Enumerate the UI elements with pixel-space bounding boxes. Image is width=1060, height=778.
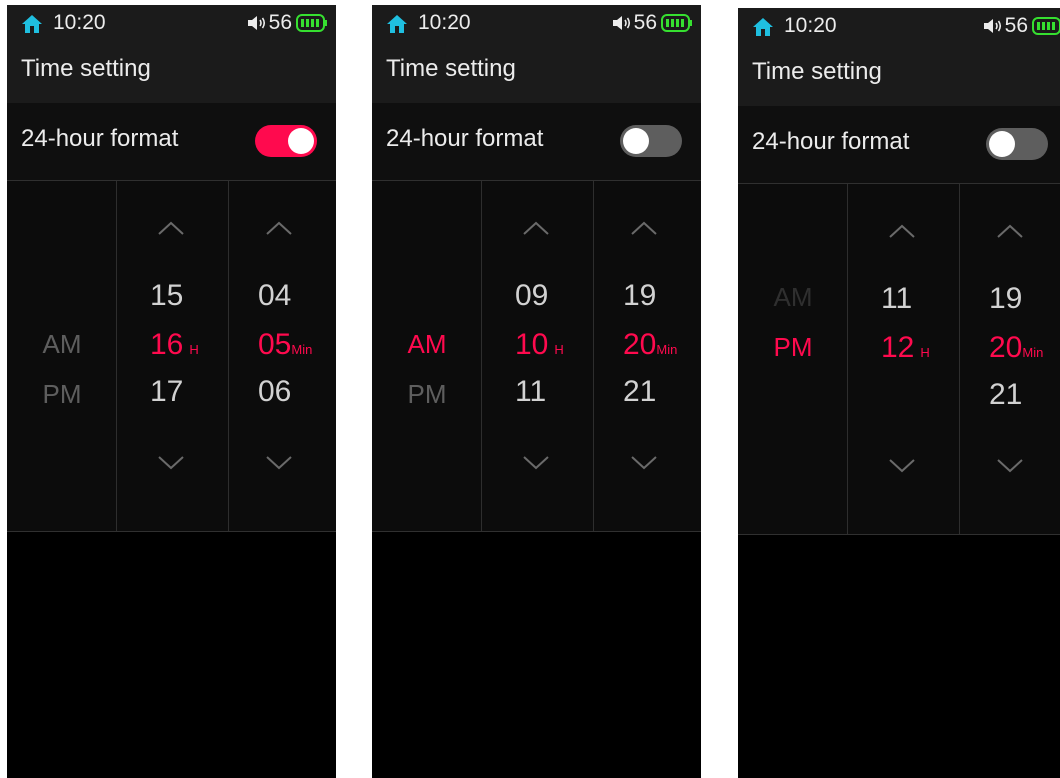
volume-level: 56 (268, 11, 292, 34)
hour-prev[interactable]: 09 (515, 279, 548, 313)
setting-row-24-hour: 24-hour format (7, 103, 336, 181)
time-picker: AM PM 15 16 H 17 04 05Min 06 (7, 181, 336, 532)
chevron-up-icon[interactable] (265, 220, 293, 236)
volume-icon (612, 16, 630, 30)
chevron-up-icon[interactable] (522, 220, 550, 236)
hour-current-value: 10 (515, 328, 549, 361)
volume-icon (247, 16, 265, 30)
hour-next[interactable]: 17 (150, 375, 183, 409)
home-icon[interactable] (752, 17, 774, 37)
setting-row-24-hour: 24-hour format (372, 103, 701, 181)
am-option[interactable]: AM (372, 329, 482, 360)
setting-label: 24-hour format (386, 125, 544, 152)
volume-level: 56 (1004, 14, 1028, 37)
phone-screen-12h-am: 10:20 56 Time setting 24-hour format AM … (372, 5, 701, 778)
chevron-down-icon[interactable] (157, 455, 185, 471)
volume-level: 56 (633, 11, 657, 34)
minute-current-value: 20 (989, 331, 1023, 364)
pm-option[interactable]: PM (372, 379, 482, 410)
hour-unit-label: H (920, 345, 930, 360)
toggle-knob (288, 128, 314, 154)
battery-icon (1032, 17, 1060, 35)
time-picker: AM PM 11 12 H 19 20Min 21 (738, 184, 1060, 535)
status-and-title-bar: 10:20 56 Time setting (372, 5, 701, 103)
volume-icon (983, 19, 1001, 33)
24-hour-toggle[interactable] (620, 125, 682, 157)
chevron-up-icon[interactable] (157, 220, 185, 236)
hour-next[interactable]: 11 (515, 375, 546, 409)
chevron-down-icon[interactable] (888, 458, 916, 474)
toggle-knob (623, 128, 649, 154)
minute-unit-label: Min (291, 342, 313, 357)
hour-current-value: 12 (881, 331, 915, 364)
status-indicators: 56 (247, 11, 328, 35)
am-option[interactable]: AM (738, 282, 848, 313)
home-icon[interactable] (386, 14, 408, 34)
pm-option[interactable]: PM (738, 332, 848, 363)
hour-prev[interactable]: 15 (150, 279, 183, 313)
chevron-down-icon[interactable] (265, 455, 293, 471)
column-divider (959, 184, 960, 534)
page-title: Time setting (752, 58, 882, 85)
minute-next[interactable]: 06 (258, 375, 291, 409)
home-icon[interactable] (21, 14, 43, 34)
status-indicators: 56 (612, 11, 693, 35)
battery-icon (296, 14, 327, 32)
time-picker: AM PM 09 10 H 11 19 20Min 21 (372, 181, 701, 532)
chevron-down-icon[interactable] (996, 458, 1024, 474)
page-title: Time setting (386, 55, 516, 82)
minute-next[interactable]: 21 (989, 378, 1022, 412)
page-title: Time setting (21, 55, 151, 82)
hour-selected[interactable]: 16 H (150, 328, 199, 362)
setting-row-24-hour: 24-hour format (738, 106, 1060, 184)
pm-option[interactable]: PM (7, 379, 117, 410)
setting-label: 24-hour format (752, 128, 910, 155)
phone-screen-24h-on: 10:20 56 Time setting 24-hour format AM … (7, 5, 336, 778)
minute-prev[interactable]: 19 (623, 279, 656, 313)
hour-selected[interactable]: 12 H (881, 331, 930, 365)
minute-prev[interactable]: 04 (258, 279, 291, 313)
setting-label: 24-hour format (21, 125, 179, 152)
chevron-up-icon[interactable] (996, 223, 1024, 239)
toggle-knob (989, 131, 1015, 157)
minute-unit-label: Min (656, 342, 678, 357)
status-and-title-bar: 10:20 56 Time setting (738, 8, 1060, 106)
status-indicators: 56 (983, 14, 1060, 38)
status-time: 10:20 (784, 14, 837, 37)
24-hour-toggle[interactable] (255, 125, 317, 157)
minute-prev[interactable]: 19 (989, 282, 1022, 316)
chevron-up-icon[interactable] (630, 220, 658, 236)
minute-unit-label: Min (1022, 345, 1044, 360)
status-and-title-bar: 10:20 56 Time setting (7, 5, 336, 103)
chevron-down-icon[interactable] (522, 455, 550, 471)
column-divider (593, 181, 594, 531)
minute-selected[interactable]: 05Min (258, 328, 312, 362)
battery-icon (661, 14, 692, 32)
24-hour-toggle[interactable] (986, 128, 1048, 160)
status-time: 10:20 (53, 11, 106, 34)
hour-selected[interactable]: 10 H (515, 328, 564, 362)
status-time: 10:20 (418, 11, 471, 34)
column-divider (228, 181, 229, 531)
minute-current-value: 05 (258, 328, 292, 361)
chevron-up-icon[interactable] (888, 223, 916, 239)
hour-unit-label: H (554, 342, 564, 357)
phone-screen-12h-pm: 10:20 56 Time setting 24-hour format AM … (738, 8, 1060, 778)
hour-current-value: 16 (150, 328, 184, 361)
am-option[interactable]: AM (7, 329, 117, 360)
hour-unit-label: H (189, 342, 199, 357)
chevron-down-icon[interactable] (630, 455, 658, 471)
minute-selected[interactable]: 20Min (623, 328, 677, 362)
hour-prev[interactable]: 11 (881, 282, 912, 316)
minute-selected[interactable]: 20Min (989, 331, 1043, 365)
minute-current-value: 20 (623, 328, 657, 361)
minute-next[interactable]: 21 (623, 375, 656, 409)
